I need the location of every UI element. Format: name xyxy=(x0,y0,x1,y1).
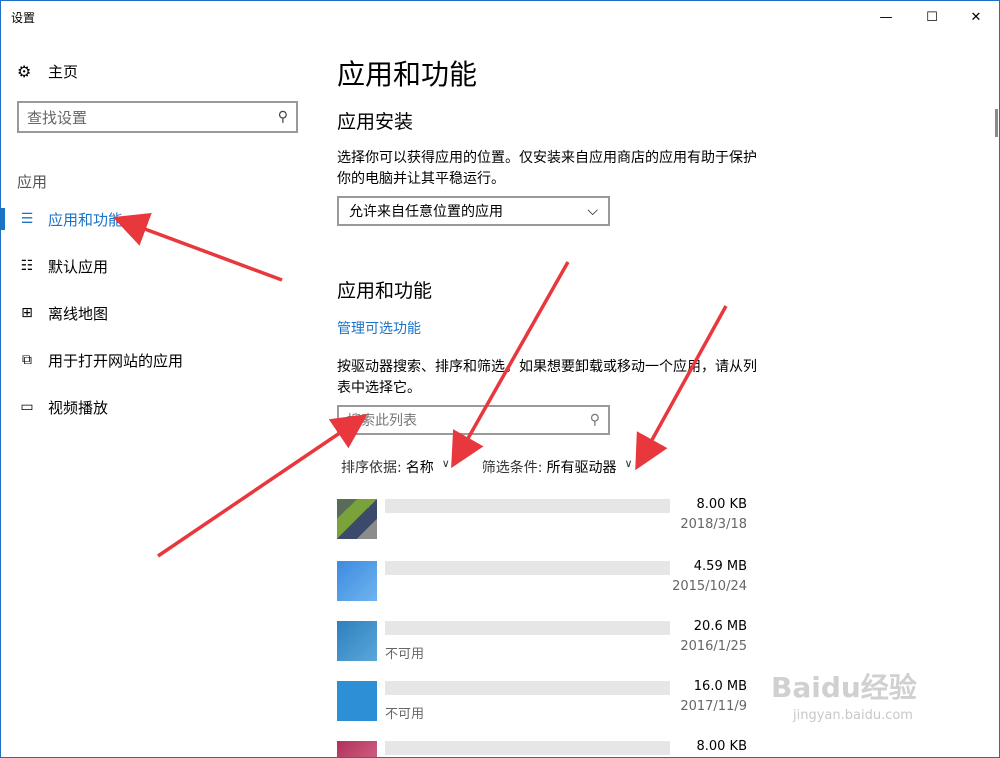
sort-filter-row: 排序依据: 名称 ∨ 筛选条件: 所有驱动器 ∨ xyxy=(341,457,633,477)
indicator xyxy=(1,302,5,324)
app-subtitle: 不可用 xyxy=(385,707,425,722)
map-icon: ⊞ xyxy=(21,305,33,321)
video-icon: ▭ xyxy=(20,399,34,415)
apps-description: 按驱动器搜索、排序和筛选。如果想要卸载或移动一个应用，请从列表中选择它。 xyxy=(337,359,757,396)
sidebar: ⚙ 主页 查找设置 ⚲ 应用 ☰ 应用和功能 ☷ 默认应用 ⊞ 离线地图 ⧉ 用… xyxy=(1,33,319,757)
app-list-item[interactable]: 8.00 KB 2018/3/18 xyxy=(337,493,767,553)
app-size: 20.6 MB xyxy=(693,619,747,634)
app-name-blurred xyxy=(385,681,670,695)
indicator xyxy=(1,255,5,277)
app-size: 8.00 KB xyxy=(696,739,747,754)
active-indicator xyxy=(1,208,5,230)
app-icon xyxy=(337,561,377,601)
app-date: 2016/1/25 xyxy=(680,639,747,654)
sidebar-item-label: 离线地图 xyxy=(48,304,109,323)
home-link[interactable]: ⚙ 主页 xyxy=(17,61,78,82)
app-icon xyxy=(337,741,377,757)
app-list-item[interactable]: 4.59 MB 2015/10/24 xyxy=(337,555,767,615)
watermark: Baidu经验 jingyan.baidu.com xyxy=(771,646,971,746)
search-placeholder: 搜索此列表 xyxy=(347,413,417,429)
install-heading: 应用安装 xyxy=(337,111,414,133)
gear-icon: ⚙ xyxy=(17,62,32,81)
sort-value: 名称 xyxy=(405,460,434,476)
chevron-down-icon: ∨ xyxy=(624,457,633,470)
app-name-blurred xyxy=(385,621,670,635)
home-label: 主页 xyxy=(48,63,79,81)
app-date: 2018/3/18 xyxy=(680,517,747,532)
scrollbar[interactable] xyxy=(994,33,999,757)
app-date: 2015/10/24 xyxy=(672,579,747,594)
watermark-url: jingyan.baidu.com xyxy=(793,708,913,723)
indicator xyxy=(1,396,5,418)
app-list-item[interactable]: 8.00 KB xyxy=(337,735,767,757)
app-name-blurred xyxy=(385,741,670,755)
chevron-down-icon: ⌵ xyxy=(587,203,598,219)
title-bar[interactable]: 设置 — ☐ ✕ xyxy=(1,1,999,33)
dropdown-value: 允许来自任意位置的应用 xyxy=(349,204,503,220)
app-list-item[interactable]: 不可用 20.6 MB 2016/1/25 xyxy=(337,615,767,675)
app-size: 8.00 KB xyxy=(696,497,747,512)
sidebar-item-label: 应用和功能 xyxy=(48,210,124,229)
sidebar-item-label: 用于打开网站的应用 xyxy=(48,351,184,370)
app-subtitle: 不可用 xyxy=(385,647,425,662)
section-label-apps: 应用 xyxy=(17,173,48,191)
search-icon[interactable]: ⚲ xyxy=(278,109,288,125)
app-icon xyxy=(337,681,377,721)
settings-search-input[interactable]: 查找设置 ⚲ xyxy=(17,101,298,133)
page-title: 应用和功能 xyxy=(337,58,478,91)
app-size: 16.0 MB xyxy=(693,679,747,694)
app-size: 4.59 MB xyxy=(693,559,747,574)
minimize-icon: — xyxy=(879,9,893,25)
app-name-blurred xyxy=(385,561,670,575)
app-date: 2017/11/9 xyxy=(680,699,747,714)
manage-optional-features-link[interactable]: 管理可选功能 xyxy=(337,318,421,338)
maximize-button[interactable]: ☐ xyxy=(909,1,955,33)
default-apps-icon: ☷ xyxy=(20,258,34,274)
watermark-brand: Baidu经验 xyxy=(771,671,917,704)
window-title: 设置 xyxy=(11,11,36,25)
maximize-icon: ☐ xyxy=(926,9,938,25)
app-icon xyxy=(337,499,377,539)
apps-heading: 应用和功能 xyxy=(337,280,433,302)
sidebar-item-website-apps[interactable]: ⧉ 用于打开网站的应用 xyxy=(1,337,319,383)
search-placeholder: 查找设置 xyxy=(27,108,88,127)
apps-search-input[interactable]: 搜索此列表 ⚲ xyxy=(337,405,610,435)
chevron-down-icon: ∨ xyxy=(441,457,450,470)
indicator xyxy=(1,349,5,371)
sidebar-item-video-playback[interactable]: ▭ 视频播放 xyxy=(1,384,319,430)
sort-dropdown[interactable]: 排序依据: 名称 ∨ xyxy=(341,457,450,477)
sidebar-item-offline-maps[interactable]: ⊞ 离线地图 xyxy=(1,290,319,336)
scrollbar-thumb[interactable] xyxy=(995,109,998,137)
sidebar-item-default-apps[interactable]: ☷ 默认应用 xyxy=(1,243,319,289)
close-icon: ✕ xyxy=(970,9,982,25)
filter-dropdown[interactable]: 筛选条件: 所有驱动器 ∨ xyxy=(482,457,633,477)
list-icon: ☰ xyxy=(20,211,34,227)
filter-label: 筛选条件: xyxy=(481,460,543,476)
settings-window: 设置 — ☐ ✕ ⚙ 主页 查找设置 ⚲ 应用 ☰ 应用和功能 ☷ 默认应用 ⊞… xyxy=(0,0,1000,758)
close-button[interactable]: ✕ xyxy=(953,1,999,33)
sidebar-item-label: 视频播放 xyxy=(48,398,109,417)
minimize-button[interactable]: — xyxy=(863,1,909,33)
app-list-item[interactable]: 不可用 16.0 MB 2017/11/9 xyxy=(337,675,767,735)
app-name-blurred xyxy=(385,499,670,513)
sidebar-item-apps-features[interactable]: ☰ 应用和功能 xyxy=(1,196,319,242)
sort-label: 排序依据: xyxy=(341,460,402,476)
website-icon: ⧉ xyxy=(22,352,32,368)
install-description: 选择你可以获得应用的位置。仅安装来自应用商店的应用有助于保护你的电脑并让其平稳运… xyxy=(337,150,757,187)
app-icon xyxy=(337,621,377,661)
search-icon[interactable]: ⚲ xyxy=(590,412,600,428)
install-source-dropdown[interactable]: 允许来自任意位置的应用 ⌵ xyxy=(337,196,610,226)
sidebar-item-label: 默认应用 xyxy=(48,257,109,276)
filter-value: 所有驱动器 xyxy=(546,460,617,476)
